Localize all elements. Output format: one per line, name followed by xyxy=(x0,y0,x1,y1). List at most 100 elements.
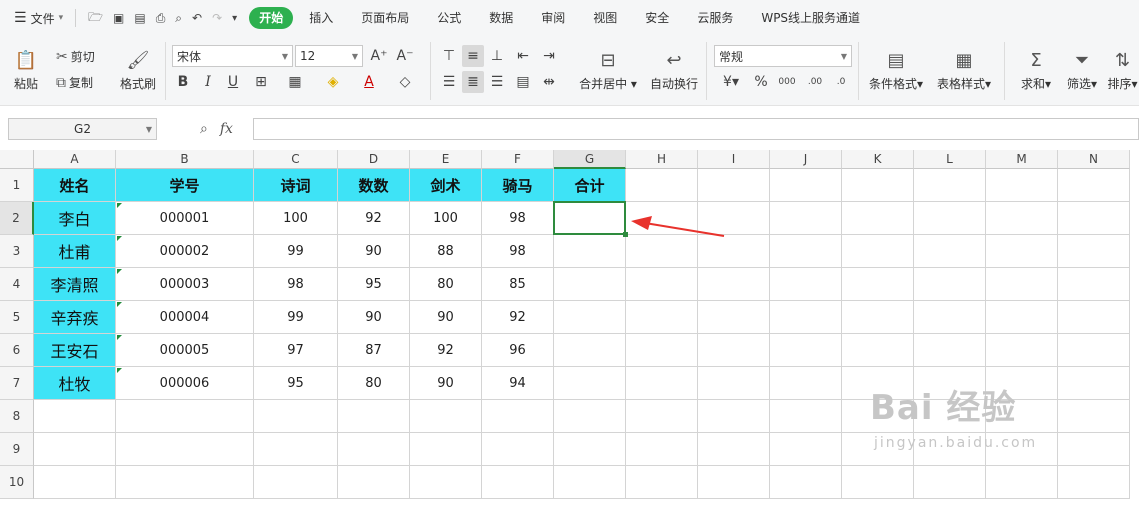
cell[interactable] xyxy=(698,268,770,301)
row-header[interactable]: 3 xyxy=(0,235,34,268)
align-right-icon[interactable]: ☰ xyxy=(486,71,508,93)
cell[interactable] xyxy=(914,202,986,235)
tab-1[interactable]: 插入 xyxy=(297,7,345,29)
cell[interactable] xyxy=(986,235,1058,268)
cell[interactable] xyxy=(842,301,914,334)
header-cell[interactable]: 诗词 xyxy=(254,169,338,202)
cell[interactable] xyxy=(1058,169,1130,202)
cell[interactable] xyxy=(626,433,698,466)
cell[interactable]: 92 xyxy=(410,334,482,367)
justify-icon[interactable]: ▤ xyxy=(512,71,534,93)
cell[interactable] xyxy=(698,169,770,202)
column-header[interactable]: B xyxy=(116,150,254,169)
row-header[interactable]: 1 xyxy=(0,169,34,202)
decrease-indent-icon[interactable]: ⇤ xyxy=(512,45,534,67)
cell[interactable] xyxy=(986,169,1058,202)
distributed-align-icon[interactable]: ⇹ xyxy=(538,71,560,93)
cell[interactable] xyxy=(34,466,116,499)
cell[interactable]: 95 xyxy=(338,268,410,301)
row-header[interactable]: 9 xyxy=(0,433,34,466)
cell[interactable] xyxy=(1058,268,1130,301)
cell[interactable] xyxy=(698,466,770,499)
filter-button[interactable]: ⏷ 筛选▾ xyxy=(1060,44,1104,98)
cell[interactable] xyxy=(410,400,482,433)
column-header[interactable]: M xyxy=(986,150,1058,169)
cell[interactable]: 000003 xyxy=(116,268,254,301)
tab-2[interactable]: 页面布局 xyxy=(349,7,421,29)
cell[interactable] xyxy=(554,235,626,268)
cell[interactable] xyxy=(254,466,338,499)
cell[interactable] xyxy=(698,301,770,334)
fx-icon[interactable]: fx xyxy=(220,121,233,137)
cell[interactable] xyxy=(986,202,1058,235)
italic-icon[interactable]: I xyxy=(197,71,219,93)
cell[interactable]: 98 xyxy=(482,202,554,235)
cell[interactable] xyxy=(698,433,770,466)
cell[interactable] xyxy=(842,202,914,235)
column-header[interactable]: A xyxy=(34,150,116,169)
increase-font-icon[interactable]: A⁺ xyxy=(368,45,390,67)
cell[interactable] xyxy=(482,466,554,499)
name-box[interactable]: G2 ▼ xyxy=(8,118,157,140)
decrease-font-icon[interactable]: A⁻ xyxy=(394,45,416,67)
open-icon[interactable]: 🗁 xyxy=(88,8,103,29)
name-cell[interactable]: 辛弃疾 xyxy=(34,301,116,334)
cell[interactable] xyxy=(410,433,482,466)
column-header[interactable]: D xyxy=(338,150,410,169)
cell[interactable]: 95 xyxy=(254,367,338,400)
cell[interactable] xyxy=(626,466,698,499)
export-pdf-icon[interactable]: ▤ xyxy=(134,11,145,25)
format-painter-button[interactable]: 🖌 格式刷 xyxy=(116,44,160,98)
cell[interactable] xyxy=(770,169,842,202)
column-header[interactable]: G xyxy=(554,150,626,169)
tab-7[interactable]: 安全 xyxy=(633,7,681,29)
column-header[interactable]: K xyxy=(842,150,914,169)
zoom-icon[interactable]: ⌕ xyxy=(200,121,208,137)
column-header[interactable]: L xyxy=(914,150,986,169)
cell[interactable]: 99 xyxy=(254,235,338,268)
cell[interactable] xyxy=(698,334,770,367)
cell[interactable] xyxy=(554,268,626,301)
wrap-text-button[interactable]: ↩ 自动换行 xyxy=(646,44,702,98)
cell[interactable] xyxy=(116,400,254,433)
cell[interactable] xyxy=(482,433,554,466)
cell[interactable] xyxy=(842,268,914,301)
row-header[interactable]: 10 xyxy=(0,466,34,499)
name-cell[interactable]: 王安石 xyxy=(34,334,116,367)
cell[interactable]: 85 xyxy=(482,268,554,301)
undo-icon[interactable]: ↶ xyxy=(192,11,202,25)
cell[interactable] xyxy=(626,169,698,202)
fill-handle[interactable] xyxy=(623,232,628,237)
cell[interactable] xyxy=(914,301,986,334)
thousands-separator-icon[interactable]: 000 xyxy=(776,71,798,93)
cell[interactable] xyxy=(698,367,770,400)
name-cell[interactable]: 杜牧 xyxy=(34,367,116,400)
cell[interactable] xyxy=(116,433,254,466)
print-preview-icon[interactable]: ⌕ xyxy=(175,11,182,26)
copy-button[interactable]: ⧉ 复制 xyxy=(56,74,93,91)
cell[interactable] xyxy=(914,235,986,268)
tab-8[interactable]: 云服务 xyxy=(685,7,745,29)
cell[interactable] xyxy=(842,169,914,202)
bold-icon[interactable]: B xyxy=(172,71,194,93)
cell[interactable]: 80 xyxy=(338,367,410,400)
decrease-decimal-icon[interactable]: .0 xyxy=(830,71,852,93)
cell[interactable]: 000004 xyxy=(116,301,254,334)
cell[interactable] xyxy=(698,400,770,433)
tab-6[interactable]: 视图 xyxy=(581,7,629,29)
row-header[interactable]: 6 xyxy=(0,334,34,367)
percent-icon[interactable]: % xyxy=(750,71,772,93)
cell[interactable]: 92 xyxy=(482,301,554,334)
cell[interactable] xyxy=(554,400,626,433)
cell[interactable] xyxy=(1058,202,1130,235)
cell[interactable]: 000001 xyxy=(116,202,254,235)
name-cell[interactable]: 李白 xyxy=(34,202,116,235)
tab-0[interactable]: 开始 xyxy=(249,7,294,29)
cell[interactable]: 98 xyxy=(482,235,554,268)
file-menu[interactable]: ☰ 文件 ▾ xyxy=(0,0,71,36)
cell[interactable]: 000002 xyxy=(116,235,254,268)
increase-indent-icon[interactable]: ⇥ xyxy=(538,45,560,67)
cell[interactable]: 90 xyxy=(338,301,410,334)
cell[interactable]: 94 xyxy=(482,367,554,400)
column-header[interactable]: H xyxy=(626,150,698,169)
